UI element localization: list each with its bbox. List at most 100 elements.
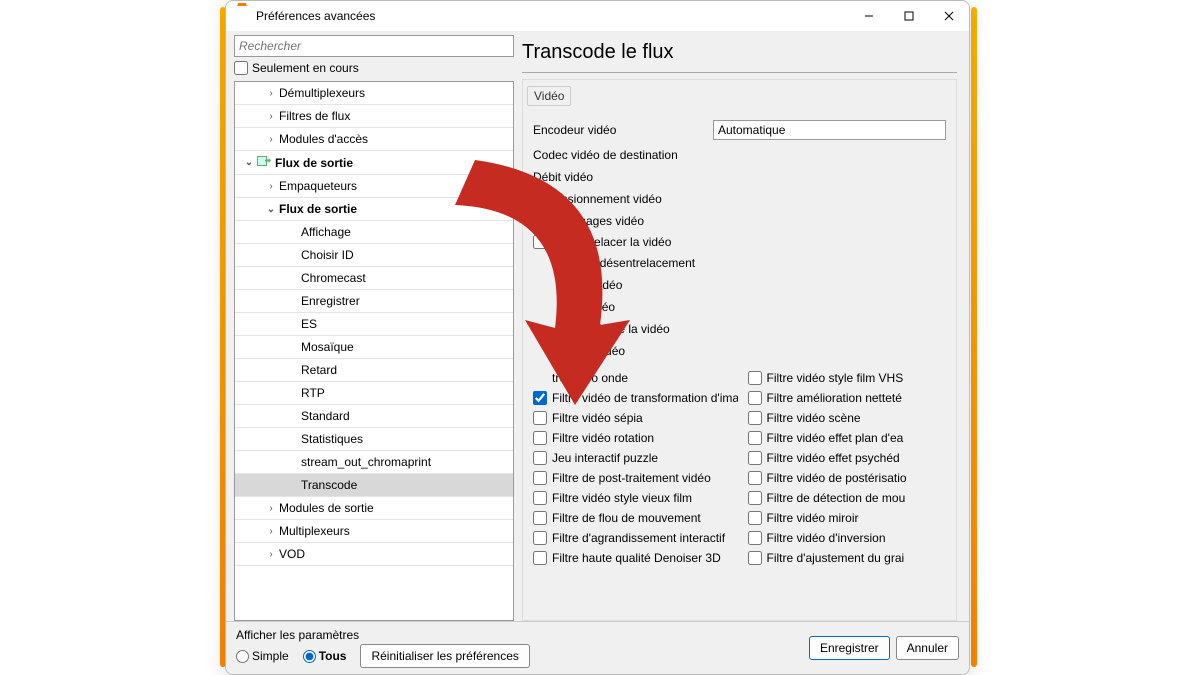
tree-item-stream-out-chromaprint[interactable]: stream_out_chromaprint (235, 451, 513, 474)
tree-item-label: VOD (279, 547, 305, 561)
checkbox-input[interactable] (533, 451, 547, 465)
tree-item-es[interactable]: ES (235, 313, 513, 336)
filter-checkbox-filtre-vid-o-style-film-vhs[interactable]: Filtre vidéo style film VHS (742, 368, 953, 388)
tree-item-statistiques[interactable]: Statistiques (235, 428, 513, 451)
filter-checkbox-filtre-haute-qualit-denoiser-3d[interactable]: Filtre haute qualité Denoiser 3D (527, 548, 738, 568)
close-button[interactable] (929, 1, 969, 31)
filter-checkbox-filtre-vid-o-de-post-risatio[interactable]: Filtre vidéo de postérisatio (742, 468, 953, 488)
checkbox-input[interactable] (533, 431, 547, 445)
maximize-button[interactable] (889, 1, 929, 31)
tree-item-choisir-id[interactable]: Choisir ID (235, 244, 513, 267)
panel-title: Transcode le flux (522, 35, 957, 73)
filter-checkbox-filtre-vid-o-effet-plan-d-ea[interactable]: Filtre vidéo effet plan d'ea (742, 428, 953, 448)
checkbox-input[interactable] (533, 491, 547, 505)
filter-checkbox-filtre-vid-o-style-vieux-film[interactable]: Filtre vidéo style vieux film (527, 488, 738, 508)
filter-checkbox-filtre-vid-o-d-inversion[interactable]: Filtre vidéo d'inversion (742, 528, 953, 548)
checkbox-input[interactable] (533, 391, 547, 405)
tree-item-label: Retard (301, 363, 337, 377)
checkbox-label: Filtre vidéo effet psychéd (767, 451, 900, 465)
only-current-checkbox[interactable]: Seulement en cours (234, 59, 514, 77)
filter-checkbox-filtre-vid-o-de-transformation-d-image[interactable]: Filtre vidéo de transformation d'image (527, 388, 738, 408)
save-button[interactable]: Enregistrer (809, 636, 890, 660)
tree-item-label: Multiplexeurs (279, 524, 350, 538)
decorative-band-right (971, 7, 977, 667)
radio-simple[interactable]: Simple (236, 649, 289, 663)
tree-item-label: Standard (301, 409, 350, 423)
tree-item-mosa-que[interactable]: Mosaïque (235, 336, 513, 359)
reset-button[interactable]: Réinitialiser les préférences (360, 644, 529, 668)
form-label: Débit d'images vidéo (533, 214, 713, 228)
checkbox-input[interactable] (748, 391, 762, 405)
radio-all-input[interactable] (303, 650, 316, 663)
checkbox-label: Filtre de flou de mouvement (552, 511, 701, 525)
checkbox-label: Filtre vidéo scène (767, 411, 861, 425)
tree-item-affichage[interactable]: Affichage (235, 221, 513, 244)
tree-item-vod[interactable]: ›VOD (235, 543, 513, 566)
tree-item-retard[interactable]: Retard (235, 359, 513, 382)
encoder-select[interactable]: Automatique (713, 120, 946, 140)
checkbox-input[interactable] (748, 551, 762, 565)
radio-simple-input[interactable] (236, 650, 249, 663)
search-input[interactable] (234, 35, 514, 57)
tree-item-flux-de-sortie[interactable]: ⌄Flux de sortie (235, 198, 513, 221)
form-label: Encodeur vidéo (533, 123, 713, 137)
tree-item-label: Flux de sortie (275, 156, 353, 170)
checkbox-label: Jeu interactif puzzle (552, 451, 658, 465)
filter-checkbox-filtre-de-d-tection-de-mou[interactable]: Filtre de détection de mou (742, 488, 953, 508)
checkbox-input[interactable] (748, 471, 762, 485)
filter-checkbox-filtre-vid-o-rotation[interactable]: Filtre vidéo rotation (527, 428, 738, 448)
checkbox-row[interactable]: Désentrelacer la vidéo (527, 232, 952, 252)
checkbox-input[interactable] (748, 491, 762, 505)
checkbox-input[interactable] (533, 551, 547, 565)
filter-checkbox-filtre-de-flou-de-mouvement[interactable]: Filtre de flou de mouvement (527, 508, 738, 528)
checkbox-input[interactable] (533, 531, 547, 545)
checkbox-label: Filtre haute qualité Denoiser 3D (552, 551, 721, 565)
tree-item-enregistrer[interactable]: Enregistrer (235, 290, 513, 313)
tree-item-chromecast[interactable]: Chromecast (235, 267, 513, 290)
checkbox-input[interactable] (748, 411, 762, 425)
tree-item-label: RTP (301, 386, 325, 400)
checkbox-label: Filtre vidéo de transformation d'image (552, 391, 738, 405)
tree-item-flux-de-sortie[interactable]: ⌄Flux de sortie (235, 151, 513, 175)
checkbox-input[interactable] (533, 235, 547, 249)
checkbox-label: tre vidéo onde (552, 371, 628, 385)
checkbox-input[interactable] (748, 511, 762, 525)
filter-checkbox-filtre-vid-o-s-pia[interactable]: Filtre vidéo sépia (527, 408, 738, 428)
filter-checkbox-jeu-interactif-puzzle[interactable]: Jeu interactif puzzle (527, 448, 738, 468)
filter-checkbox-filtre-d-agrandissement-interactif[interactable]: Filtre d'agrandissement interactif (527, 528, 738, 548)
tree-item-standard[interactable]: Standard (235, 405, 513, 428)
tree-item-d-multiplexeurs[interactable]: ›Démultiplexeurs (235, 82, 513, 105)
tree-item-multiplexeurs[interactable]: ›Multiplexeurs (235, 520, 513, 543)
filters-grid: tre vidéo onde Filtre vidéo style film VH… (527, 368, 952, 568)
filter-checkbox-filtre-de-post-traitement-vid-o[interactable]: Filtre de post-traitement vidéo (527, 468, 738, 488)
group-label-video: Vidéo (527, 86, 571, 106)
filter-checkbox-filtre-d-ajustement-du-grai[interactable]: Filtre d'ajustement du grai (742, 548, 953, 568)
filter-checkbox-filtre-am-lioration-nettet-[interactable]: Filtre amélioration netteté (742, 388, 953, 408)
checkbox-input[interactable] (533, 411, 547, 425)
checkbox-input[interactable] (533, 511, 547, 525)
cancel-button[interactable]: Annuler (896, 636, 959, 660)
tree-item-rtp[interactable]: RTP (235, 382, 513, 405)
checkbox-label: Filtre vidéo d'inversion (767, 531, 886, 545)
filter-checkbox-tre-vid-o-onde[interactable]: tre vidéo onde (527, 368, 738, 388)
checkbox-input[interactable] (748, 451, 762, 465)
settings-tree[interactable]: ›Démultiplexeurs›Filtres de flux›Modules… (234, 81, 514, 621)
filter-checkbox-filtre-vid-o-sc-ne[interactable]: Filtre vidéo scène (742, 408, 953, 428)
tree-item-filtres-de-flux[interactable]: ›Filtres de flux (235, 105, 513, 128)
checkbox-input[interactable] (748, 371, 762, 385)
checkbox-input[interactable] (748, 531, 762, 545)
checkbox-label: Filtre d'ajustement du grai (767, 551, 905, 565)
checkbox-input[interactable] (533, 471, 547, 485)
checkbox-input[interactable] (748, 431, 762, 445)
tree-item-modules-de-sortie[interactable]: ›Modules de sortie (235, 497, 513, 520)
tree-item-modules-d-acc-s[interactable]: ›Modules d'accès (235, 128, 513, 151)
tree-item-empaqueteurs[interactable]: ›Empaqueteurs (235, 175, 513, 198)
minimize-button[interactable] (849, 1, 889, 31)
radio-all[interactable]: Tous (303, 649, 347, 663)
settings-panel[interactable]: VidéoEncodeur vidéoAutomatiqueCodec vidé… (522, 79, 957, 621)
only-current-check-input[interactable] (234, 61, 248, 75)
filter-checkbox-filtre-vid-o-miroir[interactable]: Filtre vidéo miroir (742, 508, 953, 528)
tree-item-transcode[interactable]: Transcode (235, 474, 513, 497)
filter-checkbox-filtre-vid-o-effet-psych-d[interactable]: Filtre vidéo effet psychéd (742, 448, 953, 468)
tree-item-label: Modules de sortie (279, 501, 374, 515)
